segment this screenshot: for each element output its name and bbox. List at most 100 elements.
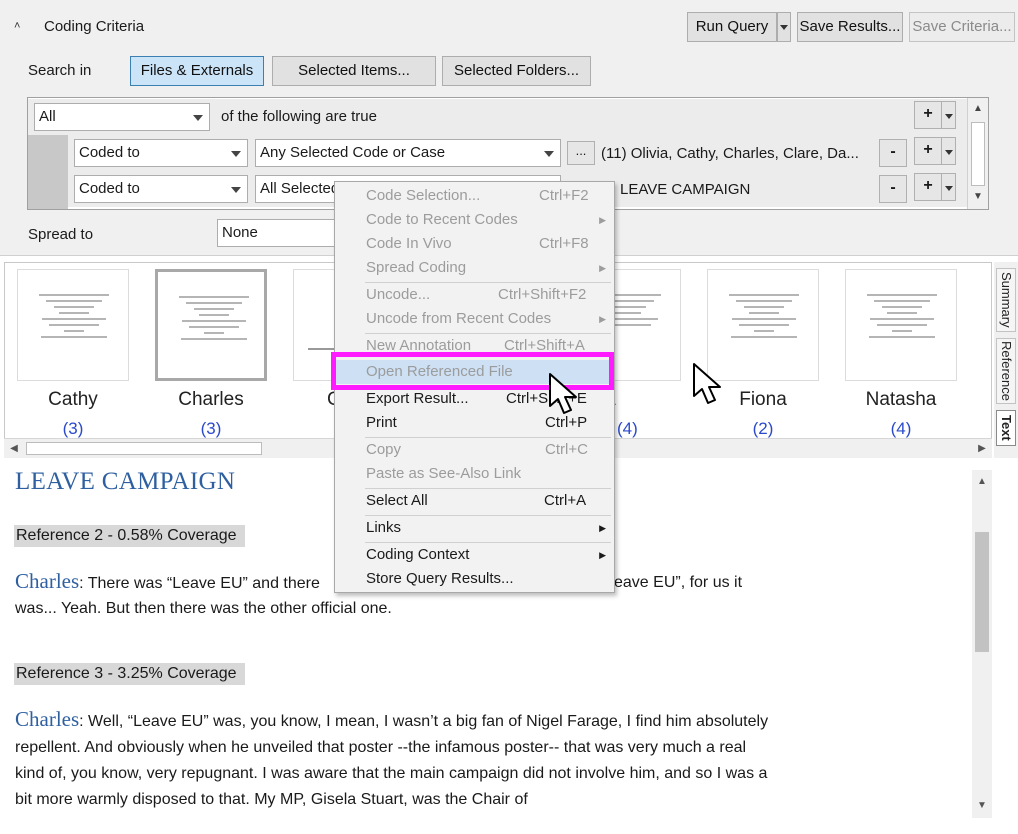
criteria-title: Coding Criteria (44, 18, 145, 35)
menu-item-spread-coding[interactable]: Spread Coding ▶ (336, 256, 614, 280)
run-query-button[interactable]: Run Query (687, 12, 777, 42)
menu-item-label: Export Result... (366, 390, 469, 407)
add-criteria-dropdown-icon-2[interactable] (942, 173, 956, 201)
field-select-2[interactable]: Coded to (74, 175, 248, 203)
reference-text-part: : Well, “Leave EU” was, you know, I mean… (15, 713, 769, 808)
menu-item-label: Code to Recent Codes (366, 211, 518, 228)
scroll-up-icon[interactable]: ▲ (972, 472, 992, 492)
thumbnail-count[interactable]: (3) (141, 419, 281, 439)
chevron-down-icon (231, 187, 241, 193)
scroll-right-icon[interactable]: ▶ (973, 439, 991, 458)
scroll-thumb[interactable] (26, 442, 262, 455)
operator-value-2: All Selected (260, 180, 340, 197)
spread-select[interactable]: None (217, 219, 337, 247)
thumbnail-count[interactable]: (2) (693, 419, 833, 439)
menu-item-uncode[interactable]: Uncode... Ctrl+Shift+F2 (336, 283, 614, 307)
menu-item-paste-see-also[interactable]: Paste as See-Also Link (336, 462, 614, 486)
thumbnail-name[interactable]: C (279, 389, 341, 411)
scroll-thumb[interactable] (971, 122, 985, 186)
add-criteria-button-2[interactable]: + (914, 173, 942, 201)
menu-item-coding-context[interactable]: Coding Context ▶ (336, 543, 614, 567)
menu-item-label: Select All (366, 492, 428, 509)
add-criteria-dropdown-icon-1[interactable] (942, 137, 956, 165)
mouse-pointer-icon (549, 373, 577, 414)
document-thumbnail-selected[interactable] (155, 269, 267, 381)
menu-item-store-query-results[interactable]: Store Query Results... (336, 567, 614, 591)
scroll-down-icon[interactable]: ▼ (969, 188, 987, 206)
scroll-left-icon[interactable]: ◀ (5, 439, 23, 458)
speaker-name: Charles (15, 569, 80, 593)
menu-item-label: Uncode from Recent Codes (366, 310, 552, 327)
scroll-thumb[interactable] (975, 532, 989, 652)
operator-select-1[interactable]: Any Selected Code or Case (255, 139, 561, 167)
menu-item-code-to-recent[interactable]: Code to Recent Codes ▶ (336, 208, 614, 232)
menu-item-links[interactable]: Links ▶ (336, 516, 614, 540)
menu-item-shortcut: Ctrl+Shift+F2 (498, 286, 587, 303)
tab-text[interactable]: Text (996, 410, 1016, 446)
menu-item-label: Store Query Results... (366, 570, 514, 587)
menu-item-label: Copy (366, 441, 402, 458)
criteria-value-2: LEAVE CAMPAIGN (620, 181, 751, 198)
collapse-chevron-icon[interactable]: ˄ (14, 20, 26, 32)
tab-reference[interactable]: Reference (996, 338, 1016, 404)
menu-item-label: Spread Coding (366, 259, 467, 276)
criteria-value-1: (11) Olivia, Cathy, Charles, Clare, Da..… (601, 145, 859, 162)
menu-item-label: Links (366, 519, 402, 536)
mouse-pointer-icon (693, 363, 721, 404)
menu-item-copy[interactable]: Copy Ctrl+C (336, 438, 614, 462)
spread-to-label: Spread to (28, 226, 94, 243)
reference-text: Charles: Well, “Leave EU” was, you know,… (15, 706, 773, 813)
browse-button[interactable]: ... (567, 141, 595, 165)
match-value: All (39, 108, 56, 125)
menu-item-shortcut: Ctrl+A (544, 492, 587, 509)
document-thumbnail[interactable] (17, 269, 129, 381)
match-suffix: of the following are true (221, 108, 377, 125)
thumbnail-count[interactable]: (4) (617, 419, 647, 439)
remove-criteria-button-1[interactable]: - (879, 139, 907, 167)
chevron-down-icon (193, 115, 203, 121)
add-criteria-button[interactable]: + (914, 101, 942, 129)
add-criteria-button-1[interactable]: + (914, 137, 942, 165)
selected-folders-button[interactable]: Selected Folders... (442, 56, 591, 86)
thumbnail-count[interactable]: (4) (831, 419, 971, 439)
criteria-scrollbar[interactable]: ▲ ▼ (967, 98, 988, 209)
criteria-gutter (28, 135, 68, 209)
menu-item-code-selection[interactable]: Code Selection... Ctrl+F2 (336, 184, 614, 208)
search-in-label: Search in (28, 62, 92, 79)
document-thumbnail[interactable] (845, 269, 957, 381)
menu-item-shortcut: Ctrl+F2 (539, 187, 589, 204)
run-query-dropdown-icon[interactable] (777, 12, 791, 42)
content-vertical-scrollbar[interactable]: ▲ ▼ (972, 470, 992, 818)
thumbnail-name[interactable]: Charles (141, 389, 281, 411)
tab-summary[interactable]: Summary (996, 268, 1016, 332)
add-criteria-dropdown-icon[interactable] (942, 101, 956, 129)
menu-item-label: Print (366, 414, 397, 431)
menu-item-label: Code Selection... (366, 187, 481, 204)
selected-items-button[interactable]: Selected Items... (272, 56, 436, 86)
speaker-name: Charles (15, 707, 80, 731)
thumbnail-name[interactable]: Natasha (831, 389, 971, 411)
menu-item-label: Coding Context (366, 546, 470, 563)
menu-item-label: Uncode... (366, 286, 431, 303)
scroll-up-icon[interactable]: ▲ (969, 100, 987, 118)
document-preview (864, 290, 940, 342)
scroll-down-icon[interactable]: ▼ (972, 796, 992, 816)
submenu-arrow-icon: ▶ (599, 550, 606, 560)
files-externals-button[interactable]: Files & Externals (130, 56, 264, 86)
submenu-arrow-icon: ▶ (599, 263, 606, 273)
thumbnail-name[interactable]: Cathy (3, 389, 143, 411)
menu-item-select-all[interactable]: Select All Ctrl+A (336, 489, 614, 513)
chevron-down-icon (231, 151, 241, 157)
thumbnail-count[interactable]: (3) (3, 419, 143, 439)
menu-item-uncode-recent[interactable]: Uncode from Recent Codes ▶ (336, 307, 614, 331)
submenu-arrow-icon: ▶ (599, 215, 606, 225)
save-results-button[interactable]: Save Results... (797, 12, 903, 42)
remove-criteria-button-2[interactable]: - (879, 175, 907, 203)
document-preview (176, 292, 252, 344)
document-preview (726, 290, 802, 342)
match-select[interactable]: All (34, 103, 210, 131)
reference-text-continued: eave EU”, for us it (614, 574, 743, 591)
menu-item-code-in-vivo[interactable]: Code In Vivo Ctrl+F8 (336, 232, 614, 256)
field-select-1[interactable]: Coded to (74, 139, 248, 167)
save-criteria-button[interactable]: Save Criteria... (909, 12, 1015, 42)
